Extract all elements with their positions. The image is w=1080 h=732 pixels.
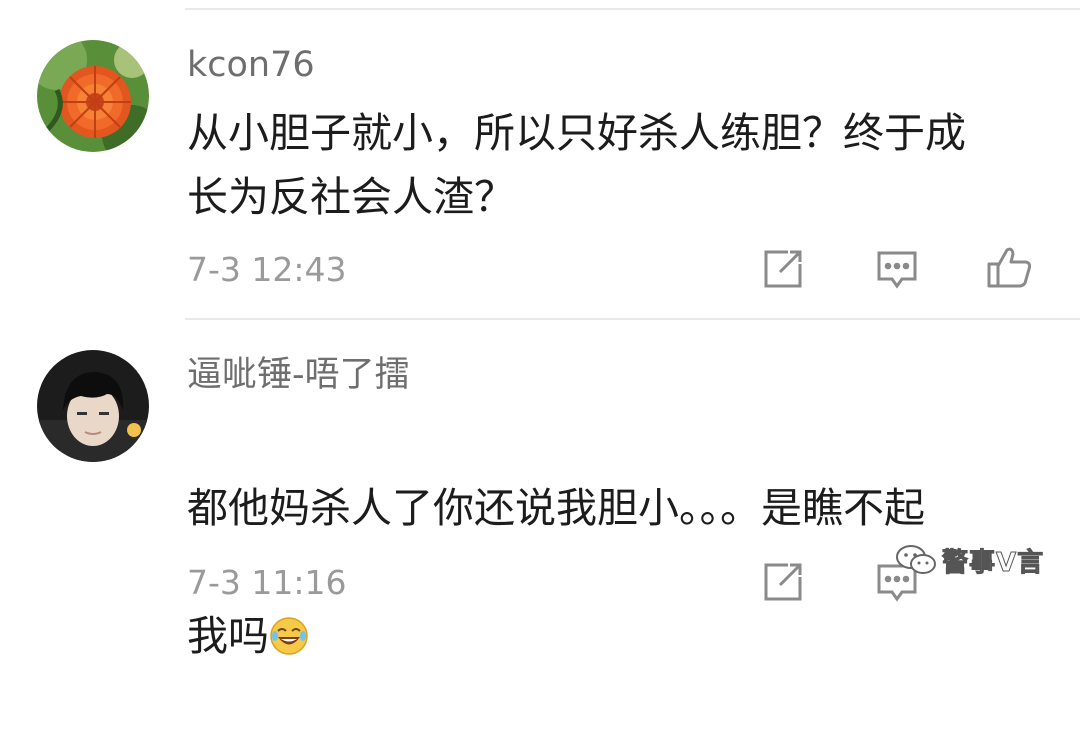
repost-icon[interactable]: [758, 244, 808, 294]
thumbs-up-icon[interactable]: [985, 242, 1035, 292]
flower-avatar-image: [37, 40, 149, 152]
avatar[interactable]: [37, 40, 149, 152]
comment-icon[interactable]: [872, 244, 922, 294]
username[interactable]: kcon76: [187, 48, 315, 83]
wechat-icon: [896, 545, 936, 574]
comment-text: 从小胆子就小，所以只好杀人练胆？终于成 长为反社会人渣？: [187, 109, 966, 221]
timestamp: 7-3 12:43: [187, 250, 347, 289]
person-avatar-image: [37, 350, 149, 462]
comment-item: kcon76 从小胆子就小，所以只好杀人练胆？终于成 长为反社会人渣？ 7-3 …: [0, 0, 1080, 320]
watermark-text: 警事V言: [941, 547, 1045, 578]
repost-icon[interactable]: [758, 557, 808, 607]
comment-text-line: 我吗: [187, 604, 1057, 668]
comment-text-line: 都他妈杀人了你还说我胆小。。。是瞧不起: [187, 484, 925, 532]
comment-text-tail: 我吗: [187, 612, 269, 660]
watermark: 警事V言: [894, 540, 1044, 580]
laughing-crying-emoji: [270, 617, 308, 655]
username[interactable]: 逼呲锤-唔了擂: [187, 358, 410, 393]
timestamp: 7-3 11:16: [187, 563, 347, 602]
avatar[interactable]: [37, 350, 149, 462]
